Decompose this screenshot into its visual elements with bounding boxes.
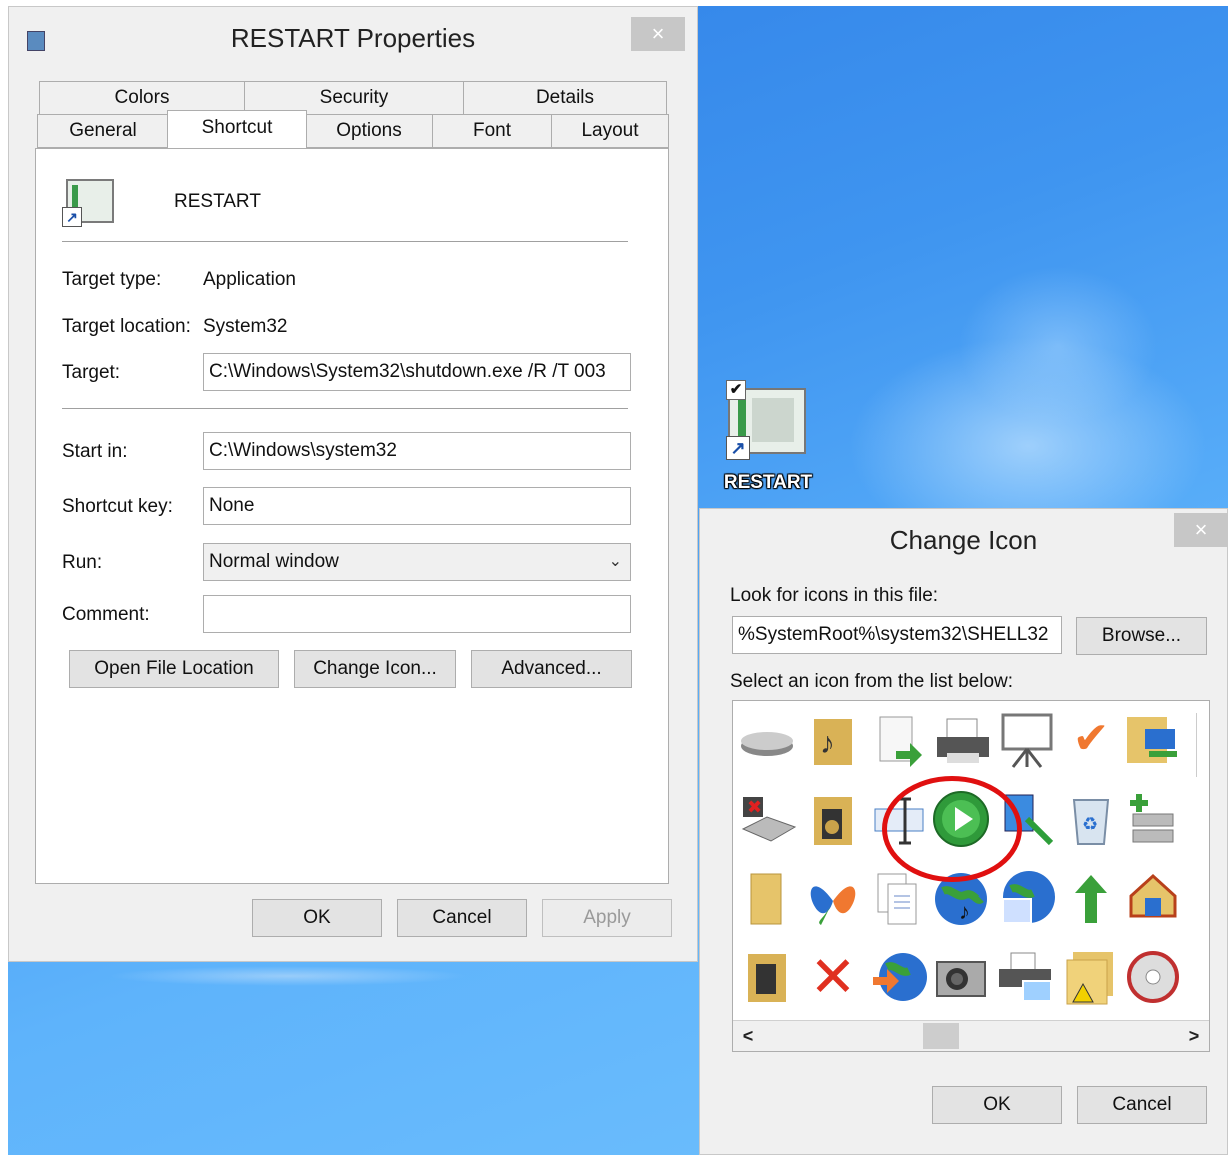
- selection-checkbox[interactable]: ✔: [726, 380, 746, 400]
- scroll-left-button[interactable]: <: [735, 1021, 761, 1051]
- window-title: RESTART Properties: [230, 23, 476, 53]
- target-location-label: Target location:: [62, 316, 191, 337]
- shortcut-label: RESTART: [723, 472, 813, 493]
- browse-button[interactable]: Browse...: [1076, 617, 1207, 655]
- svg-text:♪: ♪: [959, 899, 970, 924]
- chevron-down-icon: ⌄: [608, 553, 622, 570]
- folder-warning-icon[interactable]: [1059, 945, 1123, 1009]
- divider: [62, 241, 628, 243]
- network-folder-icon[interactable]: [1121, 707, 1185, 771]
- close-button[interactable]: ×: [1174, 513, 1228, 547]
- change-icon-button[interactable]: Change Icon...: [294, 650, 456, 688]
- scroll-right-button[interactable]: >: [1181, 1021, 1207, 1051]
- tab-shortcut[interactable]: Shortcut: [167, 110, 307, 148]
- comment-label: Comment:: [62, 604, 150, 625]
- run-label: Run:: [62, 552, 103, 573]
- divider: [62, 408, 628, 410]
- close-button[interactable]: ×: [631, 17, 685, 51]
- highlight-circle-annotation: [882, 776, 1022, 882]
- ok-button[interactable]: OK: [932, 1086, 1062, 1124]
- run-select-value: Normal window: [209, 551, 339, 572]
- application-icon: ↗: [62, 179, 114, 227]
- shortcut-key-label: Shortcut key:: [62, 496, 173, 517]
- target-label: Target:: [62, 362, 121, 383]
- svg-text:✖: ✖: [747, 797, 762, 817]
- camera-icon[interactable]: [929, 945, 993, 1009]
- music-folder-icon[interactable]: ♪: [801, 707, 865, 771]
- scanner-icon[interactable]: [995, 945, 1059, 1009]
- shortcut-arrow-icon: ↗: [726, 436, 750, 460]
- target-type-label: Target type:: [62, 269, 162, 290]
- window-title: Change Icon: [889, 525, 1038, 555]
- svg-text:♪: ♪: [820, 727, 835, 760]
- overflow-indicator: [1196, 713, 1207, 777]
- drive-icon[interactable]: [735, 711, 799, 775]
- shortcut-tab-panel: ↗ RESTART Target type: Application Targe…: [35, 148, 669, 884]
- start-in-field[interactable]: C:\Windows\system32: [203, 432, 631, 470]
- globe-picture-icon[interactable]: [995, 867, 1059, 931]
- red-x-icon[interactable]: ✕: [801, 945, 865, 1009]
- icon-file-field[interactable]: %SystemRoot%\system32\SHELL32: [732, 616, 1062, 654]
- media-folder-icon[interactable]: [735, 945, 799, 1009]
- printer-icon[interactable]: [931, 709, 995, 773]
- tab-font[interactable]: Font: [432, 114, 552, 148]
- checkmark-icon[interactable]: ✔: [1059, 707, 1123, 771]
- tab-general[interactable]: General: [37, 114, 169, 148]
- network-add-icon[interactable]: [1121, 787, 1185, 851]
- globe-arrow-icon[interactable]: [867, 945, 931, 1009]
- recycle-bin-icon[interactable]: ♻: [1059, 787, 1123, 851]
- app-name: RESTART: [174, 191, 261, 212]
- wallpaper-streak: [108, 966, 468, 986]
- desktop-shortcut-restart[interactable]: ✔ ↗ RESTART: [722, 378, 818, 498]
- home-network-icon[interactable]: [1121, 867, 1185, 931]
- open-file-location-button[interactable]: Open File Location: [69, 650, 279, 688]
- target-location-value: System32: [203, 316, 288, 337]
- speaker-folder-icon[interactable]: [801, 787, 865, 851]
- ok-button[interactable]: OK: [252, 899, 382, 937]
- comment-field[interactable]: [203, 595, 631, 633]
- shortcut-key-field[interactable]: None: [203, 487, 631, 525]
- shortcut-arrow-icon: ↗: [62, 207, 82, 227]
- run-select[interactable]: Normal window ⌄: [203, 543, 631, 581]
- folder-icon[interactable]: [735, 867, 799, 931]
- properties-window: RESTART Properties × Colors Security Det…: [8, 6, 698, 962]
- up-arrow-icon[interactable]: [1059, 867, 1123, 931]
- disc-icon[interactable]: [1121, 945, 1185, 1009]
- drive-error-icon[interactable]: ✖: [735, 789, 799, 853]
- horizontal-scrollbar[interactable]: < >: [733, 1020, 1209, 1051]
- cancel-button[interactable]: Cancel: [397, 899, 527, 937]
- apply-button: Apply: [542, 899, 672, 937]
- tab-details[interactable]: Details: [463, 81, 667, 115]
- advanced-button[interactable]: Advanced...: [471, 650, 632, 688]
- wallpaper-glow: [958, 266, 1158, 426]
- select-icon-label: Select an icon from the list below:: [730, 671, 1014, 692]
- butterfly-icon[interactable]: [801, 867, 865, 931]
- target-type-value: Application: [203, 269, 296, 290]
- tab-layout[interactable]: Layout: [551, 114, 669, 148]
- projector-icon[interactable]: [995, 707, 1059, 771]
- tab-options[interactable]: Options: [305, 114, 433, 148]
- scrollbar-thumb[interactable]: [923, 1023, 959, 1049]
- target-field[interactable]: C:\Windows\System32\shutdown.exe /R /T 0…: [203, 353, 631, 391]
- file-move-icon[interactable]: [867, 709, 931, 773]
- start-in-label: Start in:: [62, 441, 128, 462]
- cancel-button[interactable]: Cancel: [1077, 1086, 1207, 1124]
- svg-text:♻: ♻: [1082, 814, 1098, 834]
- look-for-label: Look for icons in this file:: [730, 585, 939, 606]
